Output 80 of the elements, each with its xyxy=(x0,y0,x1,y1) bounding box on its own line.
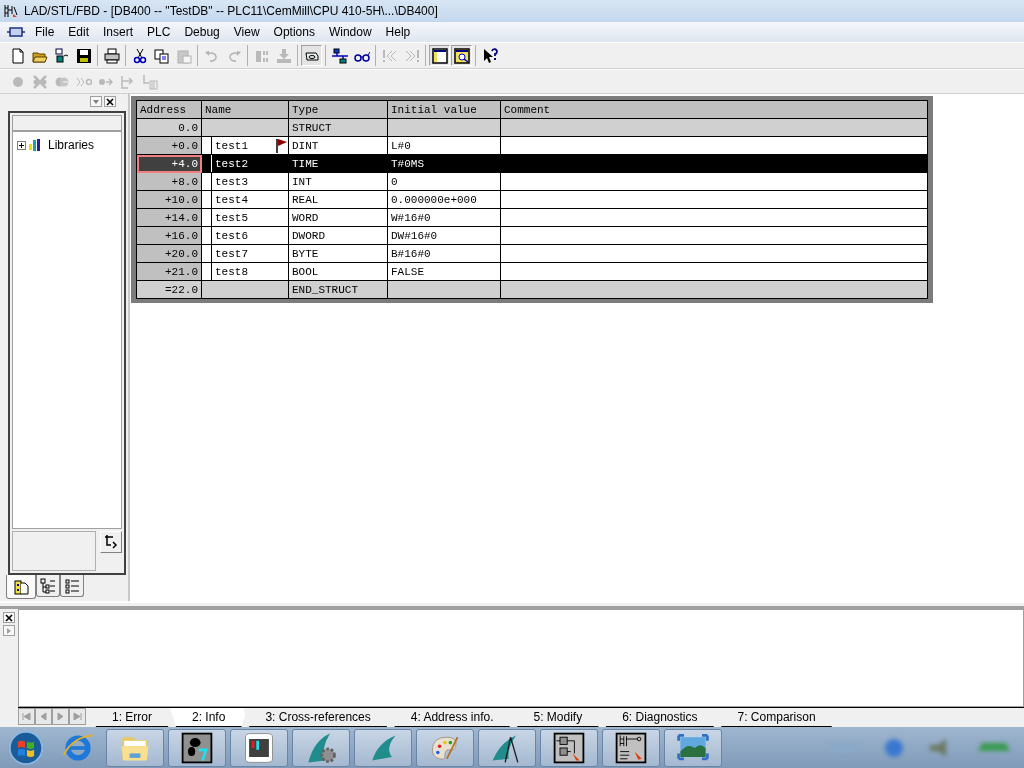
jump-arrow-icon xyxy=(103,532,119,549)
variable-name: test8 xyxy=(215,265,248,278)
value-cell: L#0 xyxy=(387,136,501,155)
column-header: Comment xyxy=(500,100,928,119)
menu-item[interactable]: Help xyxy=(378,25,418,39)
variable-name: test1 xyxy=(215,139,248,152)
type-cell: BYTE xyxy=(288,244,388,263)
expand-icon[interactable] xyxy=(17,140,26,150)
tree-view-tab[interactable] xyxy=(36,575,60,597)
network-icon[interactable] xyxy=(331,47,348,64)
ladder-diagram-icon[interactable] xyxy=(602,728,660,767)
window-title: LAD/STL/FBD - [DB400 -- "TestDB" -- PLC11\CemMill\CPU 410-5H\...\DB400] xyxy=(24,4,438,18)
app-icon xyxy=(4,4,18,18)
caret-icon xyxy=(92,97,100,106)
menu-item[interactable]: Options xyxy=(266,25,322,39)
column-header: Address xyxy=(136,100,202,119)
hardware-config-icon[interactable] xyxy=(230,728,288,767)
block-diagram-icon[interactable] xyxy=(540,728,598,767)
print-icon[interactable] xyxy=(103,47,120,64)
variable-name: test6 xyxy=(215,229,248,242)
photo-viewer-icon[interactable] xyxy=(664,728,722,767)
value-cell: 0.000000e+000 xyxy=(387,190,501,209)
menu-item[interactable]: Debug xyxy=(177,25,227,39)
save-icon[interactable] xyxy=(75,47,92,64)
variable-name: test4 xyxy=(215,193,248,206)
variable-name: test5 xyxy=(215,211,248,224)
type-cell: WORD xyxy=(288,208,388,227)
type-cell: BOOL xyxy=(288,262,388,281)
value-cell: DW#16#0 xyxy=(387,226,501,245)
copy-icon[interactable] xyxy=(153,47,170,64)
column-header: Initial value xyxy=(387,100,501,119)
libraries-icon xyxy=(13,578,29,595)
jump-button[interactable] xyxy=(100,531,122,553)
list-view-tab[interactable] xyxy=(60,575,84,597)
value-cell: 0 xyxy=(387,172,501,191)
type-cell: DWORD xyxy=(288,226,388,245)
triangle-icon xyxy=(73,712,82,721)
help-icon[interactable] xyxy=(481,47,498,64)
menu-item[interactable]: Edit xyxy=(61,25,97,39)
menu-item[interactable]: File xyxy=(28,25,62,39)
close-button[interactable] xyxy=(104,96,116,107)
variable-name: test2 xyxy=(215,157,248,170)
menu-item[interactable]: Window xyxy=(321,25,379,39)
triangle-icon xyxy=(22,712,31,721)
menu-item[interactable]: PLC xyxy=(140,25,178,39)
close-button[interactable] xyxy=(3,612,15,623)
sail-compass-icon[interactable] xyxy=(478,728,536,767)
tree-item[interactable]: Libraries xyxy=(44,138,95,152)
new-document-icon[interactable] xyxy=(9,47,26,64)
value-cell: FALSE xyxy=(387,262,501,281)
close-icon xyxy=(106,97,114,106)
cut-icon[interactable] xyxy=(131,47,148,64)
column-header: Name xyxy=(201,100,289,119)
next-tab-button[interactable] xyxy=(52,708,69,725)
folder-icon[interactable] xyxy=(106,728,164,767)
triangle-icon xyxy=(5,626,13,635)
sail-icon[interactable] xyxy=(354,728,412,767)
type-cell: DINT xyxy=(288,136,388,155)
previous-tab-button[interactable] xyxy=(35,708,52,725)
variable-name: test7 xyxy=(215,247,248,260)
value-cell: B#16#0 xyxy=(387,244,501,263)
variable-name: test3 xyxy=(215,175,248,188)
books-icon xyxy=(28,138,42,152)
column-header: Type xyxy=(288,100,388,119)
simatic-icon[interactable] xyxy=(168,728,226,767)
menu-item[interactable]: View xyxy=(226,25,267,39)
type-cell: REAL xyxy=(288,190,388,209)
tree-view-icon xyxy=(40,577,56,594)
first-tab-button[interactable] xyxy=(18,708,35,725)
last-tab-button[interactable] xyxy=(69,708,86,725)
document-icon[interactable] xyxy=(6,26,26,38)
close-icon xyxy=(5,613,13,622)
type-cell: INT xyxy=(288,172,388,191)
libraries-tab[interactable] xyxy=(6,575,36,599)
list-view-icon xyxy=(64,577,80,594)
station-icon[interactable] xyxy=(53,47,70,64)
value-cell: W#16#0 xyxy=(387,208,501,227)
menu-item[interactable]: Insert xyxy=(96,25,141,39)
output-tab[interactable]: 2: Info xyxy=(170,708,248,727)
dropdown-button[interactable] xyxy=(90,96,102,107)
